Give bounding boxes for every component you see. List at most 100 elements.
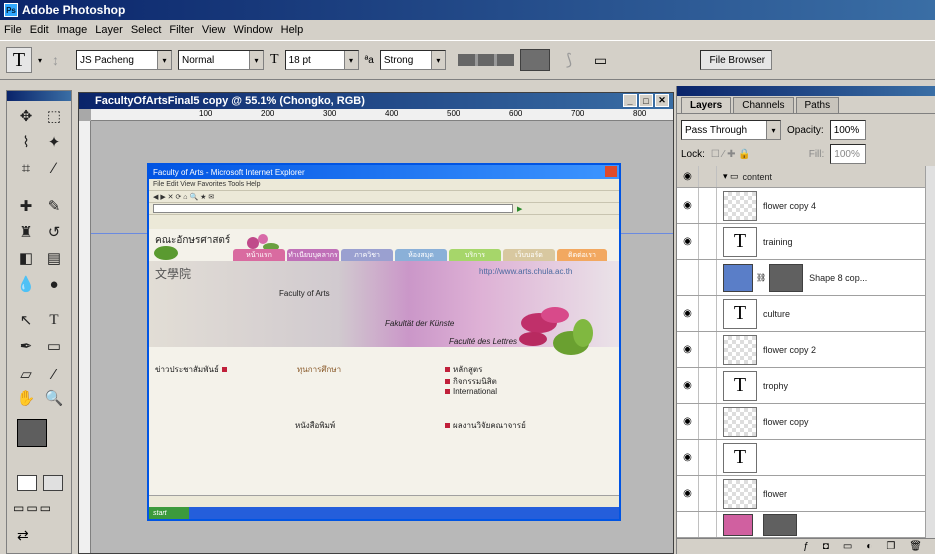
file-browser-button[interactable]: File Browser: [699, 50, 772, 70]
layers-scrollbar[interactable]: [925, 166, 935, 538]
link-slot[interactable]: [699, 188, 717, 223]
link-slot[interactable]: [699, 404, 717, 439]
new-layer-icon[interactable]: ❐: [886, 541, 895, 552]
layer-row[interactable]: ◉ flower: [677, 476, 935, 512]
link-slot[interactable]: [699, 296, 717, 331]
eye-icon[interactable]: ◉: [677, 224, 699, 259]
link-slot[interactable]: [699, 260, 717, 295]
dodge-icon[interactable]: ●: [41, 273, 67, 295]
font-style-select[interactable]: Normal ▾: [178, 50, 264, 70]
minimize-button[interactable]: _: [623, 94, 637, 107]
text-align-buttons[interactable]: [457, 54, 514, 66]
standard-mode-button[interactable]: [17, 475, 37, 491]
text-color-swatch[interactable]: [519, 49, 550, 71]
eye-icon[interactable]: ◉: [677, 332, 699, 367]
eye-icon[interactable]: ◉: [677, 440, 699, 475]
add-style-icon[interactable]: ƒ: [803, 541, 809, 552]
blend-mode-select[interactable]: Pass Through ▾: [681, 120, 781, 140]
canvas-area[interactable]: Faculty of Arts - Microsoft Internet Exp…: [91, 121, 673, 553]
tab-paths[interactable]: Paths: [795, 97, 840, 113]
tool-preset-button[interactable]: T: [6, 47, 32, 73]
menu-view[interactable]: View: [202, 24, 226, 36]
history-brush-icon[interactable]: ↺: [41, 221, 67, 243]
zoom-icon[interactable]: 🔍: [41, 387, 67, 409]
maximize-button[interactable]: □: [639, 94, 653, 107]
lock-icons[interactable]: ☐ ⁄ ✚ 🔒: [711, 149, 751, 160]
eye-icon[interactable]: ◉: [677, 404, 699, 439]
type-icon[interactable]: T: [41, 309, 67, 331]
text-orientation-icon[interactable]: ↕: [52, 52, 70, 68]
layer-row[interactable]: ◉ flower copy 2: [677, 332, 935, 368]
tab-channels[interactable]: Channels: [733, 97, 794, 113]
add-mask-icon[interactable]: ◘: [823, 541, 829, 552]
path-selection-icon[interactable]: ↖: [13, 309, 39, 331]
eyedropper-icon[interactable]: ⁄: [41, 363, 67, 385]
lasso-icon[interactable]: ⌇: [13, 131, 39, 153]
link-slot[interactable]: [699, 224, 717, 259]
browser-title: Faculty of Arts - Microsoft Internet Exp…: [153, 167, 305, 177]
crop-icon[interactable]: ⌗: [13, 157, 39, 179]
palettes-icon[interactable]: ▭: [594, 52, 616, 69]
slice-icon[interactable]: ∕: [41, 157, 67, 179]
font-size-select[interactable]: 18 pt ▾: [284, 50, 359, 70]
eye-icon[interactable]: ◉: [677, 166, 699, 187]
eye-icon[interactable]: ◉: [677, 188, 699, 223]
menu-window[interactable]: Window: [234, 24, 273, 36]
layer-row[interactable]: ⛓ Shape 8 cop...: [677, 260, 935, 296]
screen-mode-icon[interactable]: ▭▭▭: [13, 501, 67, 517]
tab-layers[interactable]: Layers: [681, 97, 732, 113]
adjustment-layer-icon[interactable]: ◐: [866, 541, 872, 552]
menu-edit[interactable]: Edit: [30, 24, 49, 36]
move-icon[interactable]: ✥: [13, 105, 39, 127]
link-slot[interactable]: [699, 512, 717, 537]
link-slot[interactable]: [699, 440, 717, 475]
menu-layer[interactable]: Layer: [95, 24, 123, 36]
menu-help[interactable]: Help: [281, 24, 304, 36]
layer-row-partial[interactable]: [677, 512, 935, 538]
jump-to-imageready-icon[interactable]: ⇄: [17, 527, 63, 545]
eye-icon[interactable]: ◉: [677, 368, 699, 403]
tool-preset-arrow-icon[interactable]: ▾: [38, 56, 46, 65]
link-slot[interactable]: [699, 476, 717, 511]
notes-icon[interactable]: ▱: [13, 363, 39, 385]
clone-stamp-icon[interactable]: ♜: [13, 221, 39, 243]
pen-icon[interactable]: ✒: [13, 335, 39, 357]
menu-filter[interactable]: Filter: [169, 24, 193, 36]
eye-hidden-slot[interactable]: [677, 260, 699, 295]
new-set-icon[interactable]: ▭: [843, 541, 852, 552]
layer-row[interactable]: ◉ T: [677, 440, 935, 476]
layer-group-content[interactable]: ◉ ▾ ▭ content: [677, 166, 935, 188]
magic-wand-icon[interactable]: ✦: [41, 131, 67, 153]
eraser-icon[interactable]: ◧: [13, 247, 39, 269]
menu-file[interactable]: File: [4, 24, 22, 36]
delete-layer-icon[interactable]: 🗑: [909, 541, 922, 552]
layer-row[interactable]: ◉ T culture: [677, 296, 935, 332]
eye-icon[interactable]: ◉: [677, 296, 699, 331]
eye-icon[interactable]: ◉: [677, 476, 699, 511]
layer-row[interactable]: ◉ flower copy: [677, 404, 935, 440]
font-family-select[interactable]: JS Pacheng ▾: [76, 50, 172, 70]
layer-row[interactable]: ◉ T trophy: [677, 368, 935, 404]
warp-text-icon[interactable]: ⟆: [566, 50, 588, 70]
shape-icon[interactable]: ▭: [41, 335, 67, 357]
eye-icon[interactable]: [677, 512, 699, 537]
menu-select[interactable]: Select: [131, 24, 162, 36]
healing-brush-icon[interactable]: ✚: [13, 195, 39, 217]
link-slot[interactable]: [699, 368, 717, 403]
marquee-icon[interactable]: ⬚: [41, 105, 67, 127]
menu-image[interactable]: Image: [57, 24, 88, 36]
close-button[interactable]: ✕: [655, 94, 669, 107]
foreground-color-swatch[interactable]: [17, 419, 47, 447]
opacity-input[interactable]: 100%: [829, 120, 866, 140]
gradient-icon[interactable]: ▤: [41, 247, 67, 269]
link-slot[interactable]: [699, 332, 717, 367]
layer-row[interactable]: ◉ T training: [677, 224, 935, 260]
layer-row[interactable]: ◉ flower copy 4: [677, 188, 935, 224]
quick-mask-button[interactable]: [43, 475, 63, 491]
hand-icon[interactable]: ✋: [13, 387, 39, 409]
link-slot[interactable]: [699, 166, 717, 187]
brush-icon[interactable]: ✎: [41, 195, 67, 217]
fill-input[interactable]: 100%: [830, 144, 867, 164]
blur-icon[interactable]: 💧: [13, 273, 39, 295]
antialias-select[interactable]: Strong ▾: [379, 50, 446, 70]
